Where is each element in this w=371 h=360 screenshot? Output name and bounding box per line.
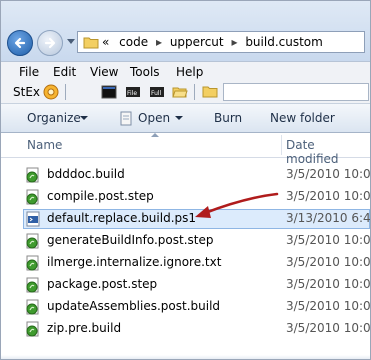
file-date: 3/13/2010 6:49 bbox=[286, 211, 371, 225]
svg-text:Full: Full bbox=[151, 90, 162, 97]
build-file-icon bbox=[26, 299, 39, 315]
explorer-window: « code ▸ uppercut ▸ build.custom File Ed… bbox=[0, 0, 371, 360]
powershell-file-icon bbox=[26, 211, 40, 227]
file-name: updateAssemblies.post.build bbox=[47, 299, 221, 313]
menu-tools[interactable]: Tools bbox=[130, 65, 160, 79]
list-item[interactable]: zip.pre.build 3/5/2010 10:02 bbox=[1, 319, 370, 339]
menu-help[interactable]: Help bbox=[176, 65, 203, 79]
file-name: generateBuildInfo.post.step bbox=[47, 233, 214, 247]
organize-button[interactable]: Organize bbox=[27, 111, 81, 125]
file-date: 3/5/2010 10:02 bbox=[286, 167, 371, 181]
chevron-down-icon[interactable] bbox=[175, 116, 183, 120]
build-file-icon bbox=[26, 255, 39, 271]
breadcrumb-overflow[interactable]: « bbox=[102, 35, 109, 49]
file-name: package.post.step bbox=[47, 277, 158, 291]
full-cmd-icon[interactable]: Full bbox=[149, 84, 165, 100]
menu-edit[interactable]: Edit bbox=[53, 65, 76, 79]
list-item[interactable]: generateBuildInfo.post.step 3/5/2010 10:… bbox=[1, 231, 370, 251]
toolbar-divider bbox=[194, 84, 195, 100]
build-file-icon bbox=[26, 321, 39, 337]
list-item[interactable]: updateAssemblies.post.build 3/5/2010 10:… bbox=[1, 297, 370, 317]
build-file-icon bbox=[26, 189, 39, 205]
list-item[interactable]: bdddoc.build 3/5/2010 10:02 bbox=[1, 165, 370, 185]
file-date: 3/5/2010 10:02 bbox=[286, 321, 371, 335]
folder-icon bbox=[83, 37, 99, 49]
column-name[interactable]: Name bbox=[27, 138, 62, 152]
breadcrumb: « code ▸ uppercut ▸ build.custom bbox=[102, 35, 323, 49]
build-file-icon bbox=[26, 233, 39, 249]
file-name: ilmerge.internalize.ignore.txt bbox=[47, 255, 222, 269]
forward-arrow-icon bbox=[44, 37, 56, 49]
file-name: compile.post.step bbox=[47, 189, 154, 203]
forward-button[interactable] bbox=[37, 30, 63, 56]
stex-label: StEx bbox=[13, 85, 41, 99]
open-button[interactable]: Open bbox=[138, 111, 170, 125]
back-arrow-icon bbox=[14, 37, 26, 49]
recent-pages-dropdown[interactable] bbox=[67, 39, 75, 44]
annotation-arrow-icon bbox=[195, 192, 279, 218]
open-folder-icon[interactable] bbox=[172, 84, 188, 100]
menu-file[interactable]: File bbox=[19, 65, 39, 79]
menu-bar: File Edit View Tools Help bbox=[1, 61, 370, 82]
stex-toolbar: StEx File Full bbox=[1, 81, 370, 104]
console-icon[interactable] bbox=[101, 84, 117, 100]
file-date: 3/5/2010 10:02 bbox=[286, 277, 371, 291]
navigation-bar: « code ▸ uppercut ▸ build.custom bbox=[1, 1, 370, 61]
burn-button[interactable]: Burn bbox=[214, 111, 242, 125]
build-file-icon bbox=[26, 167, 39, 183]
file-cmd-icon[interactable]: File bbox=[125, 84, 141, 100]
list-item[interactable]: compile.post.step 3/5/2010 10:02 bbox=[1, 187, 370, 207]
column-divider[interactable] bbox=[281, 135, 282, 155]
toolbar-divider bbox=[65, 84, 66, 100]
breadcrumb-code[interactable]: code bbox=[119, 35, 148, 49]
new-folder-button[interactable]: New folder bbox=[270, 111, 335, 125]
list-item[interactable]: ilmerge.internalize.ignore.txt 3/5/2010 … bbox=[1, 253, 370, 273]
chevron-right-icon[interactable]: ▸ bbox=[156, 35, 162, 49]
list-item[interactable]: package.post.step 3/5/2010 10:02 bbox=[1, 275, 370, 295]
file-name: default.replace.build.ps1 bbox=[47, 211, 197, 225]
address-bar[interactable]: « code ▸ uppercut ▸ build.custom bbox=[77, 31, 365, 53]
list-item-selected[interactable]: default.replace.build.ps1 3/13/2010 6:49 bbox=[1, 209, 370, 229]
chevron-down-icon[interactable] bbox=[80, 116, 88, 120]
gear-icon[interactable] bbox=[43, 84, 59, 100]
toolbar-input[interactable] bbox=[223, 83, 369, 101]
file-date: 3/5/2010 10:02 bbox=[286, 189, 371, 203]
file-date: 3/5/2010 10:02 bbox=[286, 233, 371, 247]
column-header: Name Date modified bbox=[1, 133, 370, 166]
breadcrumb-build-custom[interactable]: build.custom bbox=[245, 35, 323, 49]
command-bar: Organize Open Burn New folder bbox=[1, 104, 370, 133]
column-date-modified[interactable]: Date modified bbox=[286, 138, 370, 166]
build-file-icon bbox=[26, 277, 39, 293]
file-date: 3/5/2010 10:02 bbox=[286, 299, 371, 313]
back-button[interactable] bbox=[7, 30, 33, 56]
window-bottom-edge bbox=[1, 355, 370, 359]
chevron-right-icon[interactable]: ▸ bbox=[231, 35, 237, 49]
breadcrumb-uppercut[interactable]: uppercut bbox=[170, 35, 224, 49]
folder-icon[interactable] bbox=[202, 84, 218, 100]
file-date: 3/5/2010 10:02 bbox=[286, 255, 371, 269]
file-name: zip.pre.build bbox=[47, 321, 122, 335]
menu-view[interactable]: View bbox=[90, 65, 118, 79]
svg-text:File: File bbox=[127, 90, 137, 97]
sort-indicator-icon bbox=[151, 133, 159, 137]
open-file-icon[interactable] bbox=[119, 111, 133, 126]
file-name: bdddoc.build bbox=[47, 167, 125, 181]
